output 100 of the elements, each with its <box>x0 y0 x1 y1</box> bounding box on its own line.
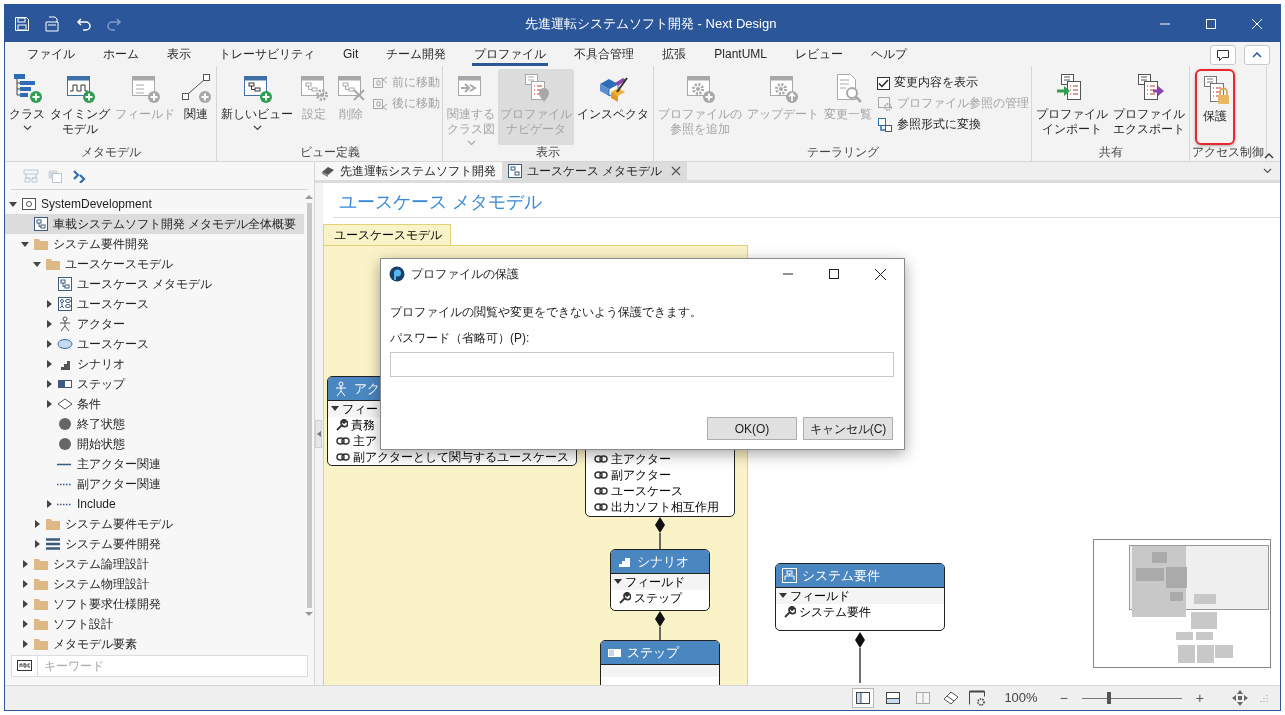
expand-arrow-icon[interactable] <box>45 340 53 348</box>
menu-tab[interactable]: 拡張 <box>660 44 689 66</box>
tab-list-icon[interactable] <box>1263 168 1272 174</box>
expand-arrow-icon[interactable] <box>45 400 53 408</box>
expand-arrow-icon[interactable] <box>45 320 53 328</box>
zoom-in-button[interactable]: + <box>1193 687 1206 709</box>
collapse-arrow-icon[interactable] <box>779 593 787 599</box>
expand-arrow-icon[interactable] <box>21 620 29 628</box>
redo-icon[interactable] <box>106 15 122 32</box>
tree-item[interactable]: ユースケース メタモデル <box>5 274 304 294</box>
tree-item[interactable]: システム論理設計 <box>5 554 304 574</box>
tree-item[interactable]: シナリオ <box>5 354 304 374</box>
eraser-icon[interactable] <box>942 690 961 706</box>
tree-item[interactable]: 車載システムソフト開発 メタモデル全体概要 <box>5 214 304 234</box>
collapse-arrow-icon[interactable] <box>21 240 29 248</box>
save-as-icon[interactable] <box>44 15 62 32</box>
document-tab[interactable]: 先進運転システムソフト開発 <box>315 162 502 180</box>
tree-item[interactable]: アクター <box>5 314 304 334</box>
tree-item[interactable]: ステップ <box>5 374 304 394</box>
menu-tab[interactable]: PlantUML <box>712 44 770 66</box>
menu-tab[interactable]: ヘルプ <box>869 44 910 66</box>
menu-tab[interactable]: ファイル <box>25 44 77 66</box>
tree-item[interactable]: 副アクター関連 <box>5 474 304 494</box>
tree-item[interactable]: 開始状態 <box>5 434 304 454</box>
tree-item[interactable]: ソフト設計 <box>5 614 304 634</box>
menu-tab[interactable]: プロファイル <box>472 44 549 66</box>
zoom-slider[interactable] <box>1081 692 1182 704</box>
folder-icon <box>33 596 49 612</box>
expand-arrow-icon[interactable] <box>45 360 53 368</box>
collapse-ribbon-icon[interactable] <box>1264 153 1274 159</box>
speech-bubble-icon[interactable] <box>1216 49 1230 61</box>
undo-icon[interactable] <box>76 15 92 32</box>
search-input[interactable]: キーワード <box>38 656 307 676</box>
ribbon-button[interactable]: 新しいビュー <box>219 69 295 145</box>
menu-tab[interactable]: レビュー <box>793 44 846 66</box>
dialog-button[interactable]: OK(O) <box>707 417 797 440</box>
ribbon-small-button[interactable]: 参照形式に変換 <box>877 115 1029 135</box>
expand-arrow-icon[interactable] <box>21 580 29 588</box>
move-arrows-icon[interactable] <box>1232 690 1248 706</box>
menu-tab[interactable]: 不具合管理 <box>572 44 637 66</box>
tree-item[interactable]: SystemDevelopment <box>5 194 304 214</box>
show-changes-checkbox[interactable]: 変更内容を表示 <box>877 73 1029 93</box>
link-icon <box>594 470 608 480</box>
tree-item[interactable]: 主アクター関連 <box>5 454 304 474</box>
tree-item[interactable]: 終了状態 <box>5 414 304 434</box>
tree-item[interactable]: ユースケース <box>5 294 304 314</box>
panel-collapse-handle[interactable] <box>315 420 322 448</box>
tree-item[interactable]: ユースケースモデル <box>5 254 304 274</box>
expand-arrow-icon[interactable] <box>21 640 29 648</box>
ribbon-button[interactable]: プロファイル インポート <box>1034 69 1110 145</box>
maximize-icon[interactable] <box>829 269 839 279</box>
slider-thumb[interactable] <box>1106 692 1111 704</box>
collapse-arrow-icon[interactable] <box>33 260 41 268</box>
zoom-out-button[interactable]: − <box>1057 687 1070 709</box>
minimap[interactable] <box>1093 539 1271 668</box>
ribbon-button[interactable]: タイミング モデル <box>48 69 112 145</box>
menu-tab[interactable]: トレーサビリティ <box>217 44 317 66</box>
caret-up-icon[interactable] <box>1252 52 1262 58</box>
tree-item[interactable]: システム物理設計 <box>5 574 304 594</box>
search-field[interactable]: キーワード <box>11 655 308 677</box>
ribbon-button[interactable]: 保護 <box>1195 69 1235 145</box>
expand-arrow-icon[interactable] <box>45 300 53 308</box>
scrollbar-thumb[interactable] <box>306 203 312 608</box>
tree-item[interactable]: ソフト要求仕様開発 <box>5 594 304 614</box>
left-pane-layout-icon[interactable] <box>852 688 875 708</box>
expand-arrow-icon[interactable] <box>21 600 29 608</box>
document-tab[interactable]: ユースケース メタモデル <box>502 162 688 180</box>
tree-item[interactable]: Include <box>5 494 304 514</box>
ribbon-button[interactable]: クラス <box>7 69 47 145</box>
resize-grip-icon[interactable] <box>1260 694 1268 702</box>
expand-arrow-icon[interactable] <box>45 500 53 508</box>
feedback-button[interactable] <box>1210 45 1236 65</box>
expand-arrow-icon[interactable] <box>45 380 53 388</box>
collapse-arrow-icon[interactable] <box>331 406 339 412</box>
scroll-up-icon[interactable] <box>305 194 313 200</box>
menu-tab[interactable]: チーム開発 <box>384 44 449 66</box>
scroll-down-icon[interactable] <box>305 611 313 617</box>
window-settings-icon[interactable] <box>968 690 987 706</box>
tree-item[interactable]: メタモデル要素 <box>5 634 304 654</box>
save-icon[interactable] <box>14 15 30 32</box>
expand-arrow-icon[interactable] <box>33 520 41 528</box>
menu-tab[interactable]: 表示 <box>165 44 193 66</box>
tree-item[interactable]: システム要件開発 <box>5 234 304 254</box>
tree-item[interactable]: 条件 <box>5 394 304 414</box>
collapse-arrow-icon[interactable] <box>614 579 622 585</box>
tree-item[interactable]: ユースケース <box>5 334 304 354</box>
menu-tab[interactable]: Git <box>341 44 361 66</box>
expand-arrow-icon[interactable] <box>21 560 29 568</box>
tree-item[interactable]: システム要件開発 <box>5 534 304 554</box>
link-arrows-icon[interactable] <box>71 168 87 183</box>
tree-item[interactable]: システム要件モデル <box>5 514 304 534</box>
close-icon[interactable] <box>875 268 886 280</box>
dialog-button[interactable]: キャンセル(C) <box>803 417 893 440</box>
expand-arrow-icon[interactable] <box>33 540 41 548</box>
ribbon-button[interactable]: プロファイル エクスポート <box>1111 69 1187 145</box>
password-field[interactable] <box>390 352 894 377</box>
collapse-arrow-icon[interactable] <box>9 200 17 208</box>
menu-tab[interactable]: ホーム <box>101 44 141 66</box>
ribbon-button[interactable]: 関連 <box>178 69 214 145</box>
ribbon-button[interactable]: インスペクタ <box>575 69 651 145</box>
